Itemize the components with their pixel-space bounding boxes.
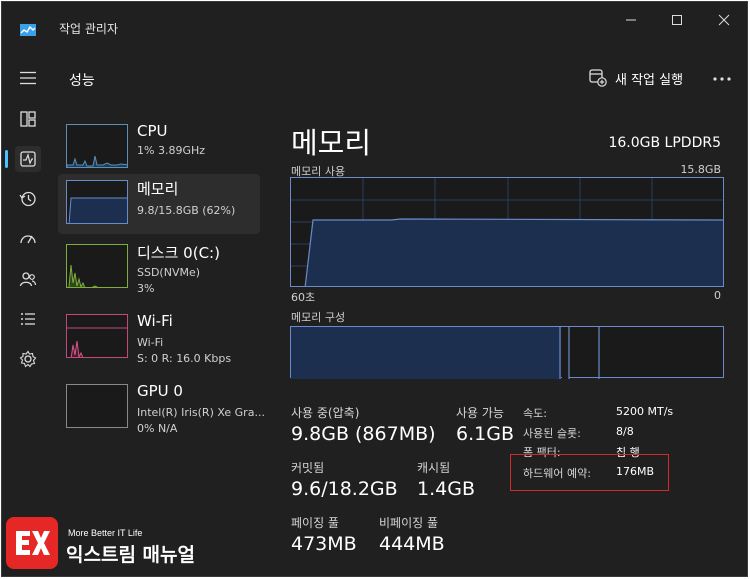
details-list-icon [21, 313, 35, 325]
nav-app-history[interactable] [15, 186, 41, 212]
perf-item-detail-2: 3% [137, 282, 155, 295]
gpu-thumbnail-graph [66, 384, 128, 428]
perf-item-detail: 1% 3.89GHz [137, 144, 206, 157]
maximize-button[interactable] [659, 10, 695, 30]
perf-item-wifi[interactable]: Wi-Fi Wi-Fi S: 0 R: 16.0 Kbps [58, 308, 260, 370]
perf-item-name: GPU 0 [137, 382, 183, 400]
nav-services[interactable] [15, 346, 41, 372]
nav-active-indicator [5, 150, 8, 168]
page-title: 성능 [69, 73, 95, 89]
memory-composition-bar [290, 326, 724, 379]
perf-item-disk[interactable]: 디스크 0(C:) SSD(NVMe) 3% [58, 238, 260, 300]
more-icon [713, 77, 731, 81]
hardware-reserved-highlight [510, 454, 669, 491]
cached-value: 1.4GB [417, 478, 475, 500]
ex-logo-icon [16, 531, 50, 555]
speed-value: 5200 MT/s [616, 405, 674, 418]
paged-pool-value: 473MB [291, 533, 357, 555]
task-manager-app-icon [20, 21, 36, 36]
memory-composition-label: 메모리 구성 [291, 311, 346, 324]
perf-item-name: CPU [137, 122, 168, 140]
perf-item-detail: 9.8/15.8GB (62%) [137, 204, 236, 217]
nonpaged-pool-value: 444MB [379, 533, 445, 555]
nav-processes[interactable] [15, 106, 41, 132]
users-icon [19, 272, 37, 287]
close-button[interactable] [706, 10, 742, 30]
speed-label: 속도: [523, 407, 547, 420]
performance-icon [20, 151, 36, 167]
close-icon [718, 14, 730, 26]
perf-item-detail: Wi-Fi [137, 336, 164, 349]
slots-label: 사용된 슬롯: [523, 427, 581, 440]
hamburger-menu-button[interactable] [19, 70, 37, 85]
nav-startup-apps[interactable] [15, 226, 41, 252]
perf-item-detail-2: 0% N/A [137, 422, 178, 435]
watermark-tagline: More Better IT Life [68, 528, 143, 538]
nav-details[interactable] [15, 306, 41, 332]
window-title: 작업 관리자 [59, 22, 119, 36]
watermark-logo [6, 517, 58, 569]
memory-usage-max: 15.8GB [680, 163, 721, 176]
page-header: 성능 새 작업 실행 [2, 48, 747, 110]
wifi-thumbnail-graph [66, 314, 128, 358]
run-task-icon [589, 69, 607, 87]
available-value: 6.1GB [456, 423, 514, 445]
nav-performance[interactable] [15, 146, 41, 172]
minimize-icon [626, 19, 636, 21]
perf-item-detail: Intel(R) Iris(R) Xe Gra... [137, 406, 265, 419]
run-new-task-button[interactable]: 새 작업 실행 [589, 68, 683, 88]
cpu-thumbnail-graph [66, 124, 128, 168]
perf-item-gpu[interactable]: GPU 0 Intel(R) Iris(R) Xe Gra... 0% N/A [58, 378, 265, 440]
title-bar: 작업 관리자 [2, 2, 747, 48]
memory-usage-graph [290, 177, 724, 287]
speedometer-icon [20, 235, 36, 244]
available-label: 사용 가능 [456, 406, 504, 420]
hamburger-icon [20, 71, 36, 85]
in-use-value: 9.8GB (867MB) [291, 423, 436, 445]
cached-label: 캐시됨 [417, 461, 451, 475]
memory-spec: 16.0GB LPDDR5 [608, 135, 721, 151]
committed-value: 9.6/18.2GB [291, 478, 398, 500]
graph-time-left: 60초 [291, 291, 316, 304]
history-icon [19, 191, 36, 207]
disk-thumbnail-graph [66, 244, 128, 288]
perf-item-name: 메모리 [137, 180, 179, 198]
paged-pool-label: 페이징 풀 [291, 516, 339, 530]
graph-time-right: 0 [714, 289, 721, 302]
maximize-icon [672, 15, 682, 25]
more-options-button[interactable] [708, 70, 736, 86]
perf-item-name: Wi-Fi [137, 312, 173, 330]
perf-item-name: 디스크 0(C:) [137, 244, 220, 262]
slots-value: 8/8 [616, 425, 634, 438]
nav-users[interactable] [15, 266, 41, 292]
perf-item-detail-2: S: 0 R: 16.0 Kbps [137, 352, 232, 365]
services-icon [19, 350, 37, 368]
detail-title: 메모리 [291, 126, 372, 160]
perf-item-detail: SSD(NVMe) [137, 266, 201, 279]
watermark-brand: 익스트림 매뉴얼 [66, 544, 195, 566]
task-manager-window: 작업 관리자 성능 새 작업 실행 CPU 1% 3.89GHz 메모리 9.8… [1, 1, 748, 577]
nonpaged-pool-label: 비페이징 풀 [379, 516, 439, 530]
memory-thumbnail-graph [66, 180, 128, 224]
perf-item-memory[interactable]: 메모리 9.8/15.8GB (62%) [58, 174, 260, 234]
committed-label: 커밋됨 [291, 461, 325, 475]
run-task-label: 새 작업 실행 [615, 72, 684, 88]
processes-icon [20, 111, 36, 127]
in-use-label: 사용 중(압축) [291, 406, 360, 420]
minimize-button[interactable] [613, 10, 649, 30]
perf-item-cpu[interactable]: CPU 1% 3.89GHz [58, 118, 260, 180]
